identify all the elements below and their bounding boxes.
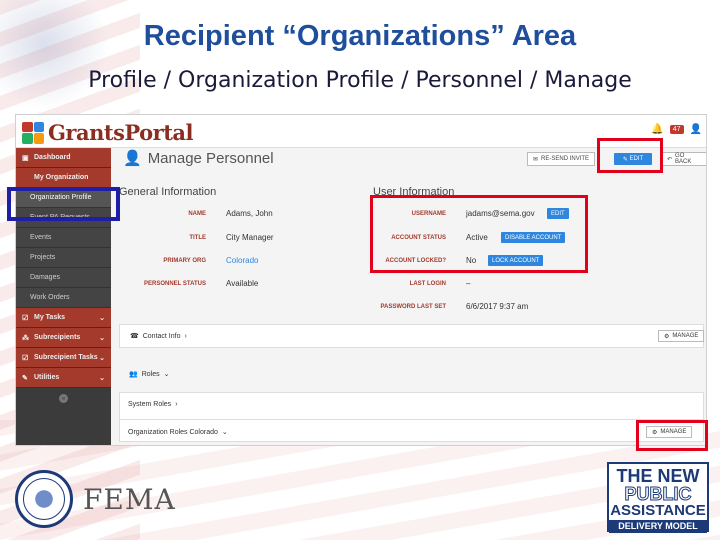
divider bbox=[120, 419, 703, 420]
chevron-right-icon: › bbox=[175, 401, 178, 408]
highlight-organization-profile bbox=[7, 187, 120, 221]
last-login-key: LAST LOGIN bbox=[409, 281, 446, 287]
org-roles-toggle[interactable]: Organization Roles Colorado ⌄ bbox=[128, 428, 228, 437]
sidebar-item-label: Projects bbox=[30, 254, 56, 261]
sidebar-item-subrecipients[interactable]: ⁂ Subrecipients ⌄ bbox=[16, 328, 111, 348]
check-icon: ☑ bbox=[22, 354, 29, 362]
pa-logo-line1: THE NEW bbox=[616, 466, 700, 486]
sidebar-item-label: Work Orders bbox=[30, 294, 70, 301]
personnel-status-value: Available bbox=[226, 279, 259, 288]
sidebar-item-my-tasks[interactable]: ☑ My Tasks ⌄ bbox=[16, 308, 111, 328]
highlight-roles-manage bbox=[636, 420, 708, 451]
password-last-set-key: PASSWORD LAST SET bbox=[380, 304, 446, 310]
contact-manage-button[interactable]: ⚙ MANAGE bbox=[658, 330, 705, 342]
sidebar-item-label: Damages bbox=[30, 274, 60, 281]
page-title: 👤 Manage Personnel bbox=[123, 149, 274, 168]
collapse-sidebar-button[interactable]: « bbox=[59, 394, 68, 403]
slide-subtitle: Profile / Organization Profile / Personn… bbox=[88, 68, 632, 93]
org-roles-label: Organization Roles Colorado bbox=[128, 428, 218, 436]
page-title-text: Manage Personnel bbox=[147, 149, 274, 167]
contact-info-toggle[interactable]: ☎ Contact Info › bbox=[130, 332, 187, 341]
system-roles-label: System Roles bbox=[128, 401, 172, 408]
chevron-down-icon: ⌄ bbox=[99, 354, 105, 362]
slide-title: Recipient “Organizations” Area bbox=[143, 20, 577, 52]
gear-icon: ⚙ bbox=[664, 333, 670, 340]
title-value: City Manager bbox=[226, 233, 274, 242]
sidebar-item-projects[interactable]: Projects bbox=[16, 248, 111, 268]
pa-logo-line2: PUBLIC bbox=[624, 484, 692, 504]
grants-portal-logo[interactable]: GrantsPortal bbox=[22, 120, 193, 145]
user-icon[interactable]: 👤 bbox=[690, 124, 702, 135]
chevron-down-icon: ⌄ bbox=[99, 334, 105, 342]
personnel-status-key: PERSONNEL STATUS bbox=[143, 281, 206, 287]
sidebar-item-label: My Tasks bbox=[34, 314, 65, 321]
wrench-icon: ✎ bbox=[22, 374, 28, 382]
flag-canton bbox=[0, 0, 110, 110]
sidebar-item-dashboard[interactable]: ▣ Dashboard bbox=[16, 148, 111, 168]
sidebar-item-label: Subrecipient Tasks bbox=[34, 354, 98, 361]
chevron-down-icon: ⌄ bbox=[163, 371, 170, 378]
chevron-right-icon: › bbox=[184, 332, 187, 340]
logo-mark-icon bbox=[22, 121, 44, 144]
sidebar-item-utilities[interactable]: ✎ Utilities ⌄ bbox=[16, 368, 111, 388]
sidebar-item-work-orders[interactable]: Work Orders bbox=[16, 288, 111, 308]
highlight-edit-button bbox=[597, 138, 663, 173]
title-key: TITLE bbox=[189, 235, 206, 241]
sidebar-item-subrecipient-tasks[interactable]: ☑ Subrecipient Tasks ⌄ bbox=[16, 348, 111, 368]
fema-logo: FEMA bbox=[15, 470, 176, 528]
dhs-seal-icon bbox=[15, 470, 73, 528]
chevron-down-icon: ⌄ bbox=[99, 314, 105, 322]
roles-label: Roles bbox=[141, 370, 160, 378]
bell-icon[interactable]: 🔔 bbox=[651, 124, 663, 135]
go-back-button[interactable]: ↶ GO BACK bbox=[661, 152, 706, 166]
sidebar-item-label: Utilities bbox=[34, 374, 60, 381]
chevron-down-icon: ⌄ bbox=[221, 429, 228, 436]
sidebar-item-events[interactable]: Events bbox=[16, 228, 111, 248]
primary-org-key: PRIMARY ORG bbox=[163, 258, 206, 264]
resend-invite-button[interactable]: ✉ RE-SEND INVITE bbox=[527, 152, 596, 166]
pa-delivery-model-logo: THE NEW PUBLIC ASSISTANCE DELIVERY MODEL bbox=[607, 462, 709, 533]
sidebar-item-label: Subrecipients bbox=[34, 334, 81, 341]
name-value: Adams, John bbox=[226, 209, 273, 218]
logo-text: GrantsPortal bbox=[48, 120, 193, 145]
dashboard-icon: ▣ bbox=[22, 154, 29, 162]
pa-logo-line3: ASSISTANCE bbox=[610, 502, 706, 519]
check-icon: ☑ bbox=[22, 314, 29, 322]
roles-card: System Roles › Organization Roles Colora… bbox=[119, 392, 704, 442]
contact-info-label: Contact Info bbox=[142, 332, 181, 340]
sidebar-item-label: Dashboard bbox=[34, 154, 71, 161]
fema-wordmark: FEMA bbox=[83, 482, 176, 516]
last-login-value: – bbox=[466, 279, 471, 288]
roles-toggle[interactable]: 👥 Roles ⌄ bbox=[129, 370, 170, 379]
users-icon: 👥 bbox=[129, 371, 138, 378]
top-icons: 🔔 47 👤 bbox=[651, 124, 702, 135]
highlight-user-actions bbox=[370, 195, 588, 273]
phone-icon: ☎ bbox=[130, 333, 139, 340]
envelope-icon: ✉ bbox=[533, 156, 539, 163]
user-icon: 👤 bbox=[123, 150, 142, 167]
manage-label: MANAGE bbox=[672, 333, 699, 339]
sidebar-item-damages[interactable]: Damages bbox=[16, 268, 111, 288]
back-arrow-icon: ↶ bbox=[667, 156, 673, 163]
chevron-down-icon: ⌄ bbox=[99, 374, 105, 382]
notification-badge: 47 bbox=[669, 125, 684, 134]
org-icon: ⁂ bbox=[22, 334, 29, 342]
contact-info-card: ☎ Contact Info › ⚙ MANAGE bbox=[119, 324, 705, 348]
general-info-heading: General Information bbox=[119, 186, 217, 198]
sidebar-item-my-organization[interactable]: My Organization bbox=[16, 168, 111, 188]
system-roles-toggle[interactable]: System Roles › bbox=[128, 401, 178, 408]
password-last-set-value: 6/6/2017 9:37 am bbox=[466, 302, 529, 311]
primary-org-link[interactable]: Colorado bbox=[226, 256, 258, 265]
sidebar-item-label: Events bbox=[30, 234, 52, 241]
pa-logo-line4: DELIVERY MODEL bbox=[609, 520, 707, 533]
resend-invite-label: RE-SEND INVITE bbox=[541, 156, 590, 162]
go-back-label: GO BACK bbox=[675, 153, 692, 165]
sidebar-item-label: My Organization bbox=[34, 174, 89, 181]
name-key: NAME bbox=[188, 211, 206, 217]
main-content: 👤 Manage Personnel ✉ RE-SEND INVITE ✎ EDI… bbox=[111, 148, 706, 445]
